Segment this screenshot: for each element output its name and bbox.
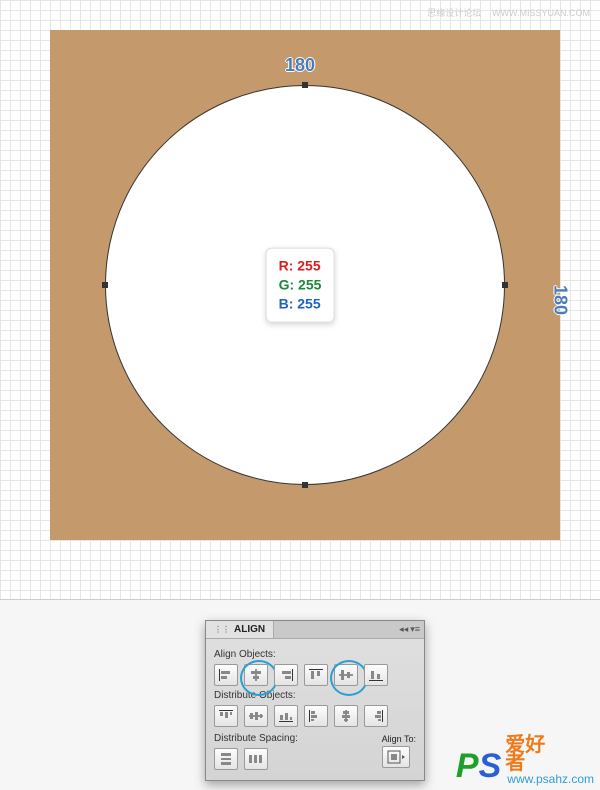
anchor-bottom[interactable] (302, 482, 308, 488)
distribute-spacing-label: Distribute Spacing: (214, 733, 298, 744)
distribute-spacing-vertical-button[interactable] (214, 748, 238, 770)
panel-menu-icon[interactable]: ▾≡ (410, 624, 420, 635)
rgb-b: B: 255 (279, 294, 322, 313)
anchor-top[interactable] (302, 82, 308, 88)
distribute-horizontal-center-button[interactable] (334, 705, 358, 727)
watermark-top: 思缘设计论坛 WWW.MISSYUAN.COM (419, 6, 590, 19)
align-objects-label: Align Objects: (214, 649, 416, 660)
distribute-top-button[interactable] (214, 705, 238, 727)
canvas-area[interactable]: 思缘设计论坛 WWW.MISSYUAN.COM 180 180 R: 255 G… (0, 0, 600, 600)
align-left-button[interactable] (214, 664, 238, 686)
watermark-cn2: 者 (505, 754, 594, 772)
rgb-info-box: R: 255 G: 255 B: 255 (266, 248, 335, 323)
align-right-button[interactable] (274, 664, 298, 686)
watermark-bottom: PS 爱好 者 www.psahz.com (456, 736, 594, 786)
rgb-r: R: 255 (279, 257, 322, 276)
ps-logo: PS (456, 747, 501, 786)
grip-icon: ⋮⋮ (214, 625, 230, 634)
distribute-left-button[interactable] (304, 705, 328, 727)
panel-body: Align Objects: Distribute Objects: (206, 639, 424, 780)
align-top-button[interactable] (304, 664, 328, 686)
rgb-g: G: 255 (279, 276, 322, 295)
panel-controls: ◂◂ ▾≡ (395, 622, 424, 637)
watermark-url: www.psahz.com (507, 772, 594, 786)
align-to-group: Align To: (382, 734, 416, 768)
bottom-area: ⋮⋮ ALIGN ◂◂ ▾≡ Align Objects: Distribute… (0, 600, 600, 790)
anchor-right[interactable] (502, 282, 508, 288)
watermark-top-text: 思缘设计论坛 (427, 8, 481, 18)
distribute-objects-row (214, 705, 416, 727)
panel-title: ALIGN (234, 624, 265, 635)
watermark-top-url: WWW.MISSYUAN.COM (492, 8, 590, 18)
distribute-spacing-row (214, 748, 298, 770)
align-bottom-button[interactable] (364, 664, 388, 686)
anchor-left[interactable] (102, 282, 108, 288)
align-panel[interactable]: ⋮⋮ ALIGN ◂◂ ▾≡ Align Objects: Distribute… (205, 620, 425, 781)
dimension-height-label: 180 (549, 284, 570, 314)
panel-tab-row: ⋮⋮ ALIGN ◂◂ ▾≡ (206, 621, 424, 639)
distribute-bottom-button[interactable] (274, 705, 298, 727)
align-to-button[interactable] (382, 746, 410, 768)
align-vertical-center-button[interactable] (334, 664, 358, 686)
distribute-objects-label: Distribute Objects: (214, 690, 416, 701)
dimension-width-label: 180 (285, 55, 315, 76)
panel-tab-align[interactable]: ⋮⋮ ALIGN (206, 621, 274, 638)
ps-logo-p: P (456, 747, 479, 785)
align-objects-row (214, 664, 416, 686)
watermark-cn: 爱好 者 (505, 736, 594, 772)
panel-collapse-icon[interactable]: ◂◂ (399, 624, 408, 635)
distribute-right-button[interactable] (364, 705, 388, 727)
distribute-spacing-horizontal-button[interactable] (244, 748, 268, 770)
ps-logo-s: S (479, 747, 502, 785)
align-to-label: Align To: (382, 734, 416, 744)
distribute-vertical-center-button[interactable] (244, 705, 268, 727)
align-horizontal-center-button[interactable] (244, 664, 268, 686)
